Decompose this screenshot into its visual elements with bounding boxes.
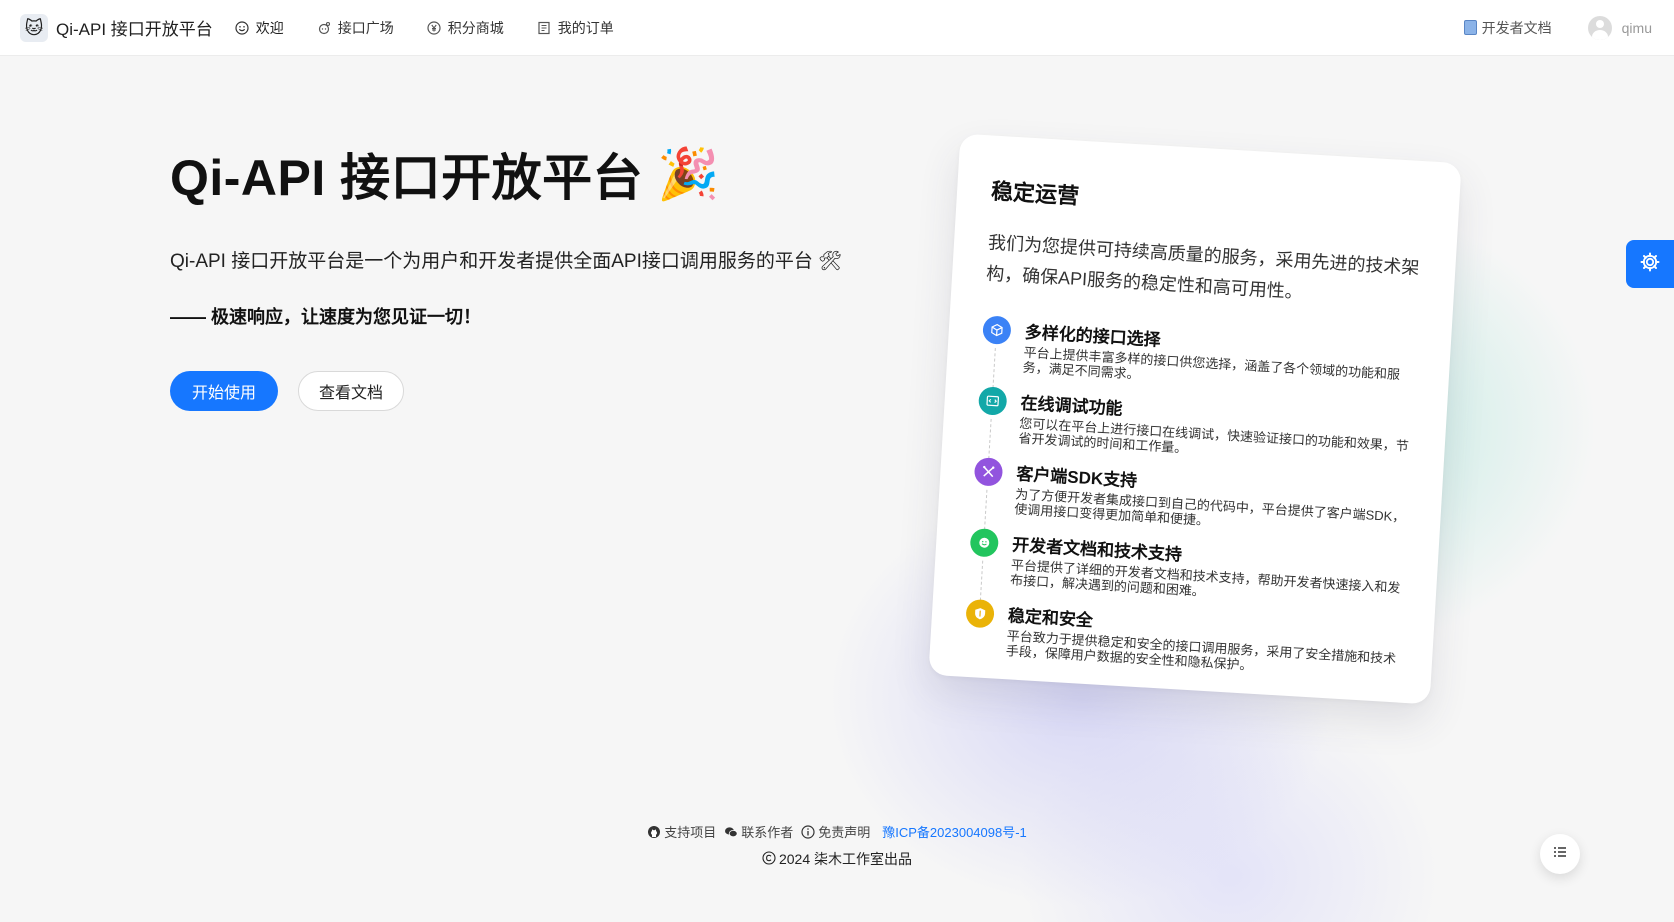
hero-section: Qi-API 接口开放平台 🎉 Qi-API 接口开放平台是一个为用户和开发者提…: [170, 138, 842, 411]
view-docs-button[interactable]: 查看文档: [298, 371, 405, 411]
book-icon: [1463, 20, 1477, 35]
feature-body: 客户端SDK支持 为了方便开发者集成接口到自己的代码中，平台提供了客户端SDK，…: [1014, 460, 1409, 540]
timeline-connector: [992, 348, 996, 388]
feature-item: 多样化的接口选择 平台上提供丰富多样的接口供您选择，涵盖了各个领域的功能和服务，…: [980, 315, 1417, 398]
start-using-button[interactable]: 开始使用: [170, 371, 279, 411]
tools-icon: 🛠: [818, 251, 843, 272]
avatar: [1587, 15, 1612, 40]
logo-image: 🐱: [20, 13, 48, 42]
timeline-connector: [984, 489, 988, 530]
footer-link-contact[interactable]: 联系作者: [724, 822, 793, 841]
logo[interactable]: 🐱 Qi-API 接口开放平台: [20, 13, 213, 42]
footer-link-disclaimer[interactable]: 免责声明: [801, 822, 870, 841]
copyright-icon: [762, 850, 779, 868]
nav-item-points-mall[interactable]: 积分商城: [427, 18, 504, 38]
nav-item-api-square[interactable]: 接口广场: [317, 18, 394, 38]
feature-body: 稳定和安全 平台致力于提供稳定和安全的接口调用服务，采用了安全措施和技术手段，保…: [1005, 601, 1400, 681]
hero-slogan: —— 极速响应，让速度为您见证一切！: [170, 307, 481, 327]
footer: 支持项目 联系作者 免责声明 豫ICP备2023004098号-1 2024 柒…: [0, 822, 1674, 869]
hero-title: Qi-API 接口开放平台 🎉: [170, 138, 842, 210]
feature-item: 在线调试功能 您可以在平台上进行接口在线调试，快速验证接口的功能和效果，节省开发…: [976, 386, 1413, 469]
hero-title-text: Qi-API 接口开放平台: [170, 150, 644, 206]
coin-icon: [427, 20, 441, 35]
feature-item: 客户端SDK支持 为了方便开发者集成接口到自己的代码中，平台提供了客户端SDK，…: [972, 457, 1409, 540]
nav-item-my-orders[interactable]: 我的订单: [537, 18, 614, 38]
nav-item-label: 接口广场: [337, 19, 394, 36]
api-icon: [317, 21, 331, 35]
hero-description-text: Qi-API 接口开放平台是一个为用户和开发者提供全面API接口调用服务的平台: [170, 251, 813, 272]
card-title: 稳定运营: [990, 178, 1080, 209]
wechat-icon: [724, 825, 738, 839]
footer-links: 支持项目 联系作者 免责声明 豫ICP备2023004098号-1: [0, 822, 1674, 841]
footer-link-label: 免责声明: [818, 825, 871, 840]
order-icon: [537, 21, 551, 35]
float-menu-button[interactable]: [1540, 834, 1580, 874]
hero-description: Qi-API 接口开放平台是一个为用户和开发者提供全面API接口调用服务的平台 …: [170, 246, 842, 273]
smile-icon: [969, 527, 1000, 558]
developer-docs-label: 开发者文档: [1481, 19, 1552, 36]
settings-drawer-button[interactable]: [1626, 240, 1674, 288]
footer-link-label: 联系作者: [741, 825, 794, 840]
card-description: 我们为您提供可持续高质量的服务，采用先进的技术架构，确保API服务的稳定性和高可…: [985, 232, 1420, 303]
feature-item: 开发者文档和技术支持 平台提供了详细的开发者文档和技术支持，帮助开发者快速接入和…: [968, 527, 1405, 611]
header-right: 开发者文档 qimu: [1463, 15, 1652, 40]
debug-icon: [977, 386, 1008, 416]
gear-icon: [1639, 251, 1661, 278]
icp-link[interactable]: 豫ICP备2023004098号-1: [882, 822, 1027, 841]
username: qimu: [1621, 19, 1652, 36]
timeline-connector: [988, 418, 992, 459]
github-icon: [647, 825, 661, 839]
nav-item-label: 我的订单: [557, 19, 614, 36]
feature-item: 稳定和安全 平台致力于提供稳定和安全的接口调用服务，采用了安全措施和技术手段，保…: [964, 598, 1401, 682]
feature-body: 多样化的接口选择 平台上提供丰富多样的接口供您选择，涵盖了各个领域的功能和服务，…: [1022, 318, 1417, 398]
copyright: 2024 柒木工作室出品: [0, 849, 1674, 869]
main-nav: 欢迎 接口广场 积分商城 我的订单: [235, 18, 647, 38]
feature-timeline: 多样化的接口选择 平台上提供丰富多样的接口供您选择，涵盖了各个领域的功能和服务，…: [964, 315, 1417, 681]
timeline-connector: [979, 560, 984, 601]
developer-docs-link[interactable]: 开发者文档: [1463, 18, 1552, 38]
feature-body: 在线调试功能 您可以在平台上进行接口在线调试，快速验证接口的功能和效果，节省开发…: [1018, 389, 1413, 469]
smile-icon: [235, 20, 249, 35]
footer-link-support[interactable]: 支持项目: [647, 822, 716, 841]
footer-link-label: 支持项目: [664, 825, 717, 840]
top-header: 🐱 Qi-API 接口开放平台 欢迎 接口广场 积分商城 我的订单 开发者文档 …: [0, 0, 1674, 56]
copyright-text: 2024 柒木工作室出品: [778, 851, 913, 867]
party-popper-icon: 🎉: [657, 145, 720, 202]
shield-icon: [965, 598, 995, 629]
feature-body: 开发者文档和技术支持 平台提供了详细的开发者文档和技术支持，帮助开发者快速接入和…: [1010, 530, 1405, 610]
nav-item-label: 欢迎: [255, 19, 284, 36]
stable-operation-card: 稳定运营 我们为您提供可持续高质量的服务，采用先进的技术架构，确保API服务的稳…: [928, 133, 1462, 705]
logo-title: Qi-API 接口开放平台: [56, 20, 213, 39]
nav-item-label: 积分商城: [447, 19, 504, 36]
user-menu[interactable]: qimu: [1587, 15, 1652, 40]
info-icon: [801, 824, 815, 839]
list-icon: [1552, 844, 1568, 865]
tools-icon: [973, 457, 1004, 487]
hero-buttons: 开始使用 查看文档: [170, 371, 842, 411]
nav-item-welcome[interactable]: 欢迎: [235, 18, 284, 38]
cube-icon: [982, 315, 1012, 345]
